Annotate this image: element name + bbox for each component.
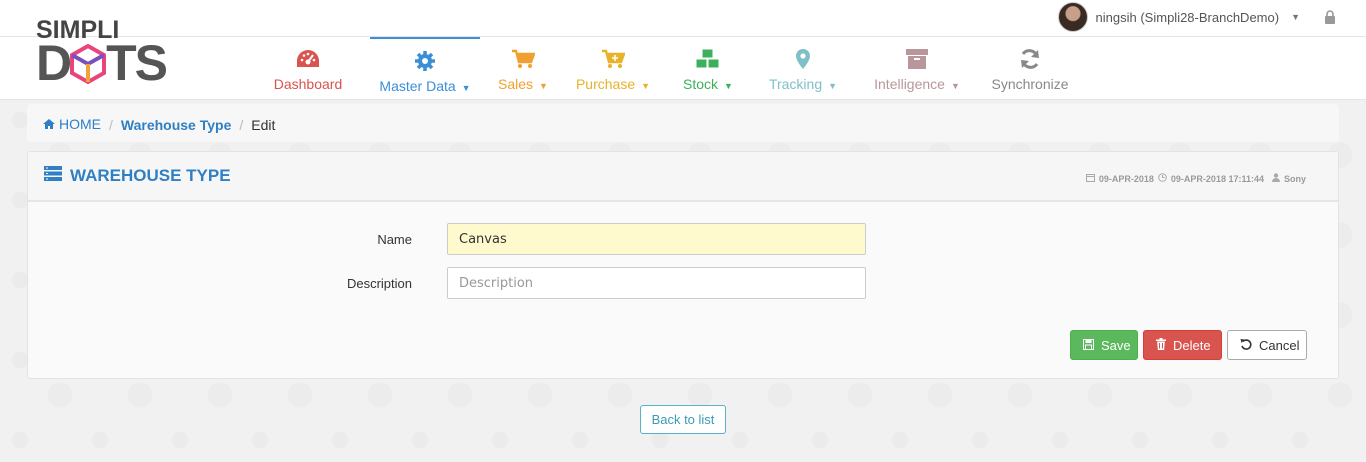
- breadcrumb-separator: /: [109, 116, 113, 133]
- breadcrumb-bar: HOME / Warehouse Type / Edit: [27, 104, 1339, 142]
- nav-label: Dashboard: [273, 76, 343, 92]
- chevron-down-icon: ▼: [1291, 12, 1300, 22]
- nav-label: Intelligence: [874, 76, 945, 92]
- cubes-icon: [693, 47, 723, 71]
- nav-label: Purchase: [575, 76, 636, 92]
- chevron-down-icon: ▼: [950, 81, 960, 91]
- floppy-disk-icon: [1083, 338, 1094, 353]
- nav-label-wrap: Sales ▼: [498, 76, 548, 92]
- description-row: Description: [28, 267, 1338, 299]
- panel-title-text: WAREHOUSE TYPE: [70, 166, 231, 185]
- gear-icon: [414, 49, 436, 73]
- save-button[interactable]: Save: [1070, 330, 1138, 360]
- breadcrumb-home-label: HOME: [59, 116, 101, 132]
- nav-synchronize[interactable]: Synchronize: [978, 37, 1082, 100]
- user-avatar: [1057, 2, 1088, 32]
- nav-intelligence[interactable]: Intelligence ▼: [858, 37, 976, 100]
- name-input[interactable]: [447, 223, 866, 255]
- chevron-down-icon: ▼: [828, 81, 838, 91]
- cart-icon: [511, 47, 535, 71]
- breadcrumb-current: Edit: [251, 116, 276, 133]
- author-name: Sony: [1283, 173, 1306, 184]
- logo-letters-ts: TS: [106, 35, 168, 91]
- map-marker-icon: [795, 47, 811, 71]
- description-label: Description: [346, 276, 412, 291]
- archive-icon: [905, 47, 929, 71]
- user-name: ningsih (Simpli28-BranchDemo): [1095, 9, 1280, 25]
- home-icon: [42, 117, 56, 133]
- nav-label-wrap: Tracking ▼: [769, 76, 837, 92]
- user-icon: [1271, 173, 1280, 184]
- breadcrumb-warehouse-type[interactable]: Warehouse Type: [121, 117, 231, 133]
- refresh-icon: [1018, 47, 1042, 71]
- record-meta: 09-APR-2018 09-APR-2018 17:11:44 Sony: [1085, 173, 1306, 184]
- delete-label: Delete: [1173, 337, 1211, 353]
- panel-header: WAREHOUSE TYPE 09-APR-2018 09-APR-2018 1…: [28, 152, 1338, 202]
- nav-sales[interactable]: Sales ▼: [484, 37, 562, 100]
- created-date: 09-APR-2018: [1098, 173, 1154, 184]
- nav-label-wrap: Purchase ▼: [576, 76, 650, 92]
- breadcrumb: HOME / Warehouse Type / Edit: [42, 116, 275, 133]
- top-bar: ningsih (Simpli28-BranchDemo) ▼: [0, 0, 1366, 37]
- name-label: Name: [377, 232, 412, 247]
- chevron-down-icon: ▼: [641, 81, 651, 91]
- edit-panel: WAREHOUSE TYPE 09-APR-2018 09-APR-2018 1…: [27, 151, 1339, 379]
- calendar-icon: [1085, 173, 1095, 184]
- main-nav: Dashboard Master Data ▼ Sales ▼ Purchase ▼ …: [258, 37, 1082, 100]
- clock-icon: [1158, 173, 1167, 184]
- lock-icon[interactable]: [1324, 10, 1336, 24]
- nav-label: Sales: [498, 76, 534, 92]
- nav-dashboard[interactable]: Dashboard: [258, 37, 358, 100]
- breadcrumb-home[interactable]: HOME: [42, 116, 101, 133]
- nav-label-wrap: Stock ▼: [683, 76, 733, 92]
- chevron-down-icon: ▼: [724, 81, 733, 91]
- trash-icon: [1156, 337, 1166, 353]
- nav-label-wrap: Intelligence ▼: [874, 76, 960, 92]
- undo-icon: [1240, 338, 1252, 353]
- panel-title: WAREHOUSE TYPE: [44, 166, 231, 186]
- logo-text-bottom: D TS: [36, 35, 168, 91]
- user-menu[interactable]: ningsih (Simpli28-BranchDemo) ▼: [1057, 2, 1300, 32]
- logo-letter-d: D: [36, 35, 72, 91]
- nav-label: Stock: [683, 76, 719, 92]
- modified-datetime: 09-APR-2018 17:11:44: [1170, 173, 1264, 184]
- nav-tracking[interactable]: Tracking ▼: [754, 37, 852, 100]
- cancel-label: Cancel: [1259, 337, 1300, 353]
- breadcrumb-separator: /: [239, 116, 244, 133]
- server-list-icon: [44, 166, 62, 186]
- chevron-down-icon: ▼: [539, 81, 548, 91]
- dashboard-gauge-icon: [295, 47, 321, 71]
- nav-label: Tracking: [768, 76, 823, 92]
- form-actions: Save Delete Cancel: [1070, 330, 1307, 360]
- nav-purchase[interactable]: Purchase ▼: [562, 37, 664, 100]
- nav-stock[interactable]: Stock ▼: [668, 37, 748, 100]
- simplidots-logo[interactable]: SIMPLI D TS: [36, 16, 186, 91]
- logo-cube-icon: [70, 44, 107, 84]
- description-input[interactable]: [447, 267, 866, 299]
- back-to-list-button[interactable]: Back to list: [640, 405, 726, 434]
- cart-plus-icon: [601, 47, 625, 71]
- nav-label-wrap: Master Data ▼: [379, 78, 470, 94]
- save-label: Save: [1101, 337, 1131, 353]
- nav-label: Synchronize: [991, 76, 1069, 92]
- nav-master-data[interactable]: Master Data ▼: [370, 37, 480, 100]
- nav-label: Master Data: [379, 78, 456, 94]
- chevron-down-icon: ▼: [461, 83, 471, 93]
- name-row: Name: [28, 223, 1338, 255]
- cancel-button[interactable]: Cancel: [1227, 330, 1307, 360]
- delete-button[interactable]: Delete: [1143, 330, 1222, 360]
